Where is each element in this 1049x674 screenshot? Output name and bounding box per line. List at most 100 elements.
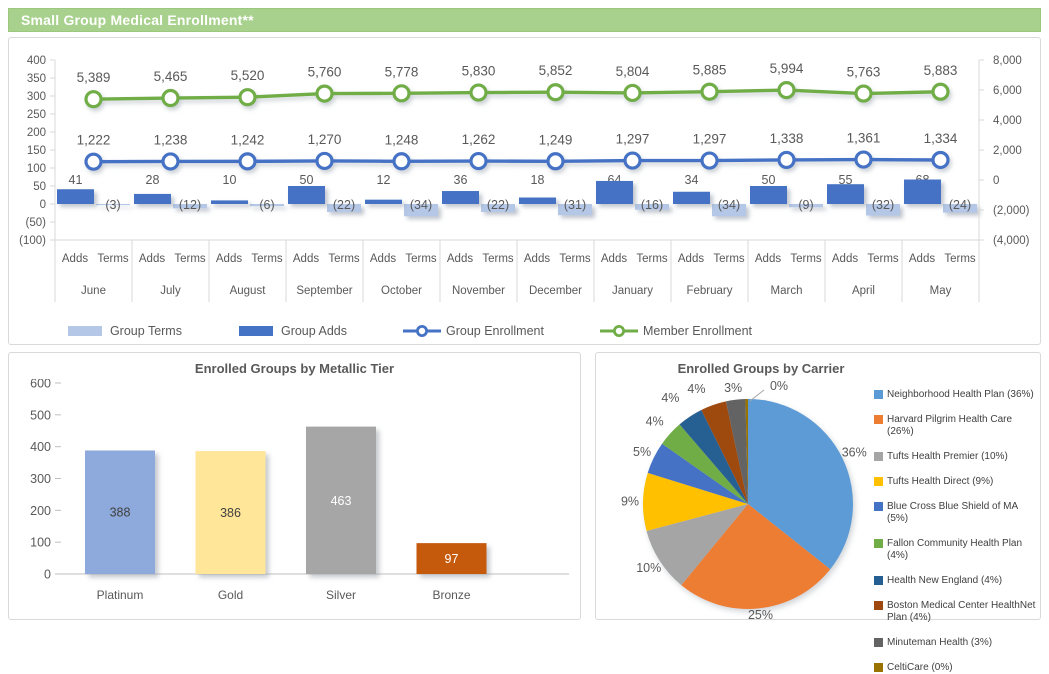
enrollment-point[interactable] xyxy=(163,154,178,169)
month-label: September xyxy=(296,285,352,297)
group-adds-bar[interactable] xyxy=(442,191,479,204)
dashboard: Small Group Medical Enrollment** (3)(12)… xyxy=(0,0,1049,628)
enrollment-point[interactable] xyxy=(548,85,563,100)
pie-legend-item[interactable]: Tufts Health Direct (9%) xyxy=(874,476,1036,488)
group-enrollment-line[interactable] xyxy=(94,160,941,162)
pie-legend-item[interactable]: Boston Medical Center HealthNet Plan (4%… xyxy=(874,600,1036,624)
enrollment-point[interactable] xyxy=(548,154,563,169)
pie-legend-item[interactable]: Blue Cross Blue Shield of MA (5%) xyxy=(874,501,1036,525)
pie-legend-item[interactable]: Minuteman Health (3%) xyxy=(874,637,1036,649)
enrollment-point[interactable] xyxy=(317,153,332,168)
group-adds-bar[interactable] xyxy=(288,186,325,204)
group-adds-bar[interactable] xyxy=(365,200,402,204)
group-adds-bar[interactable] xyxy=(827,184,864,204)
month-label: March xyxy=(771,285,803,297)
axis-sub-label: Terms xyxy=(867,253,899,265)
terms-data-label: (24) xyxy=(949,198,971,212)
enrollment-point[interactable] xyxy=(702,84,717,99)
terms-data-label: (6) xyxy=(259,198,274,212)
legend-item[interactable]: Group Enrollment xyxy=(403,324,544,338)
legend-swatch-bar xyxy=(238,324,276,338)
month-label: November xyxy=(452,285,505,297)
legend-swatch xyxy=(874,502,883,511)
pie-legend-item[interactable]: Fallon Community Health Plan (4%) xyxy=(874,538,1036,562)
adds-data-label: 18 xyxy=(531,173,545,187)
line-data-label: 1,297 xyxy=(693,132,727,147)
right-axis-tick: 6,000 xyxy=(993,85,1022,97)
group-adds-bar[interactable] xyxy=(596,181,633,204)
enrollment-point[interactable] xyxy=(625,153,640,168)
enrollment-point[interactable] xyxy=(163,91,178,106)
left-axis-tick: 300 xyxy=(27,91,46,103)
terms-data-label: (22) xyxy=(487,198,509,212)
right-axis-tick: 4,000 xyxy=(993,115,1022,127)
line-data-label: 5,520 xyxy=(231,68,265,83)
legend-label: Group Adds xyxy=(281,324,347,338)
pie-legend-item[interactable]: Neighborhood Health Plan (36%) xyxy=(874,389,1036,401)
pie-percent-label: 3% xyxy=(724,381,742,395)
pie-legend-item[interactable]: Harvard Pilgrim Health Care (26%) xyxy=(874,414,1036,438)
right-axis-tick: 2,000 xyxy=(993,145,1022,157)
enrollment-point[interactable] xyxy=(625,85,640,100)
left-axis-tick: 350 xyxy=(27,73,46,85)
line-data-label: 5,994 xyxy=(770,61,804,76)
enrollment-point[interactable] xyxy=(394,154,409,169)
line-data-label: 5,852 xyxy=(539,63,573,78)
enrollment-point[interactable] xyxy=(779,152,794,167)
legend-swatch xyxy=(874,539,883,548)
axis-sub-label: Adds xyxy=(447,253,473,265)
enrollment-point[interactable] xyxy=(240,154,255,169)
axis-sub-label: Adds xyxy=(370,253,396,265)
legend-item[interactable]: Group Terms xyxy=(67,324,182,338)
enrollment-point[interactable] xyxy=(933,152,948,167)
left-axis-tick: 100 xyxy=(27,163,46,175)
enrollment-point[interactable] xyxy=(317,86,332,101)
line-data-label: 1,262 xyxy=(462,132,496,147)
group-adds-bar[interactable] xyxy=(750,186,787,204)
enrollment-point[interactable] xyxy=(240,90,255,105)
axis-sub-label: Terms xyxy=(944,253,976,265)
line-data-label: 1,270 xyxy=(308,132,342,147)
line-data-label: 1,238 xyxy=(154,132,188,147)
enrollment-point[interactable] xyxy=(856,86,871,101)
pie-legend-item[interactable]: Health New England (4%) xyxy=(874,575,1036,587)
enrollment-point[interactable] xyxy=(933,84,948,99)
line-data-label: 5,763 xyxy=(847,65,881,80)
legend-item[interactable]: Member Enrollment xyxy=(600,324,752,338)
group-adds-bar[interactable] xyxy=(211,200,248,204)
enrollment-point[interactable] xyxy=(471,85,486,100)
enrollment-point[interactable] xyxy=(471,154,486,169)
enrollment-point[interactable] xyxy=(394,86,409,101)
tier-category-label: Platinum xyxy=(97,588,144,602)
pie-legend-item[interactable]: Tufts Health Premier (10%) xyxy=(874,451,1036,463)
pie-legend-label: Harvard Pilgrim Health Care (26%) xyxy=(887,414,1036,438)
axis-sub-label: Adds xyxy=(678,253,704,265)
enrollment-point[interactable] xyxy=(779,83,794,98)
enrollment-point[interactable] xyxy=(702,153,717,168)
enrollment-point[interactable] xyxy=(86,154,101,169)
group-adds-bar[interactable] xyxy=(57,189,94,204)
month-label: August xyxy=(230,285,267,297)
enrollment-point[interactable] xyxy=(86,92,101,107)
line-data-label: 1,361 xyxy=(847,131,881,146)
group-adds-bar[interactable] xyxy=(134,194,171,204)
adds-data-label: 12 xyxy=(377,173,391,187)
legend-swatch xyxy=(874,477,883,486)
tier-data-label: 386 xyxy=(220,506,241,520)
adds-data-label: 28 xyxy=(146,173,160,187)
month-label: July xyxy=(160,285,181,297)
legend-item[interactable]: Group Adds xyxy=(238,324,347,338)
terms-data-label: (34) xyxy=(410,198,432,212)
group-adds-bar[interactable] xyxy=(904,180,941,204)
group-adds-bar[interactable] xyxy=(519,198,556,204)
enrollment-combo-chart-panel[interactable]: (3)(12)(6)(22)(34)(22)(31)(16)(34)(9)(32… xyxy=(8,37,1041,345)
member-enrollment-line[interactable] xyxy=(94,90,941,99)
group-adds-bar[interactable] xyxy=(673,192,710,204)
enrollment-point[interactable] xyxy=(856,152,871,167)
left-axis-tick: 400 xyxy=(27,55,46,67)
pie-legend-item[interactable]: CeltiCare (0%) xyxy=(874,662,1036,674)
carrier-pie-chart-panel[interactable]: Enrolled Groups by Carrier 36%25%10%9%5%… xyxy=(595,352,1041,620)
metallic-tier-chart-panel[interactable]: Enrolled Groups by Metallic Tier 6005004… xyxy=(8,352,581,620)
pie-percent-label: 25% xyxy=(748,608,773,622)
terms-data-label: (16) xyxy=(641,198,663,212)
